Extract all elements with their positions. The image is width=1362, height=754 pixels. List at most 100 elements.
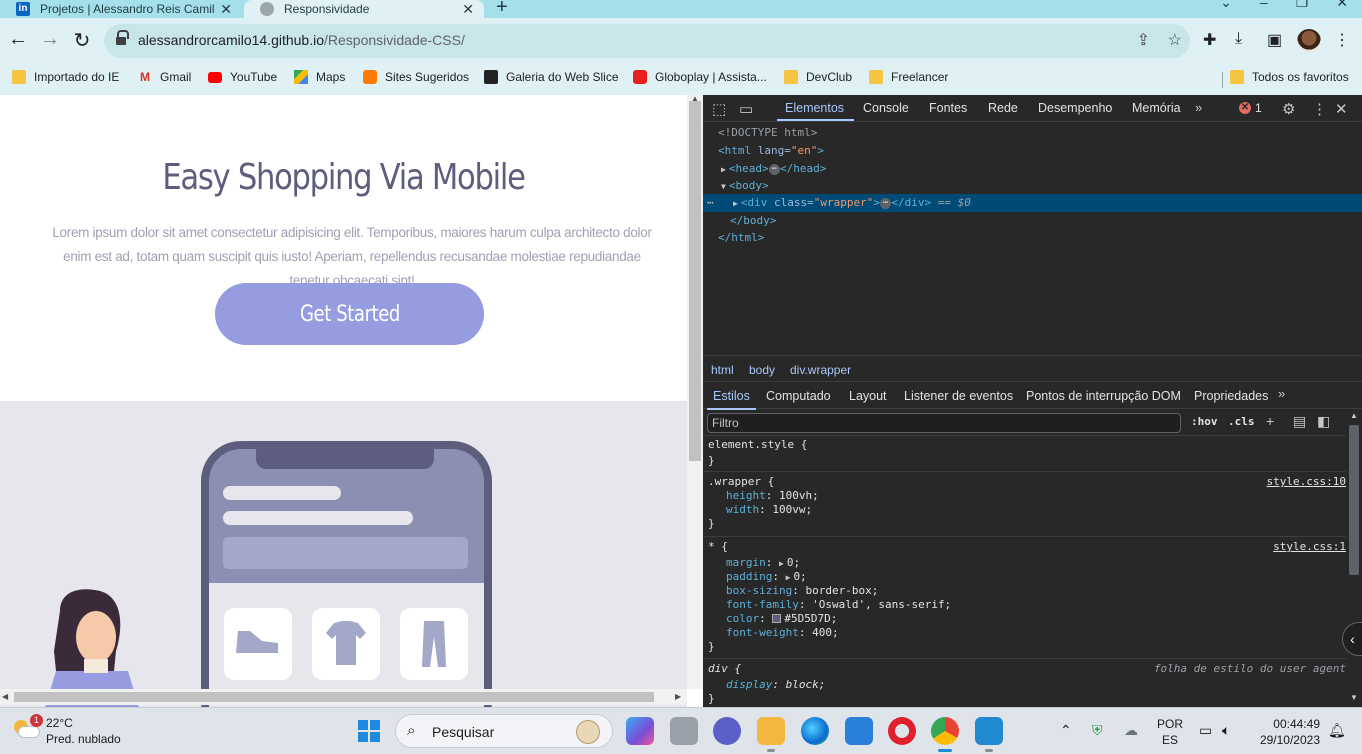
color-swatch[interactable] xyxy=(772,614,782,623)
file-explorer-icon[interactable] xyxy=(757,717,785,752)
breadcrumb-div-wrapper[interactable]: div.wrapper xyxy=(790,363,851,377)
bookmark-all[interactable]: Todos os favoritos xyxy=(1230,70,1349,84)
sidebar-toggle-icon[interactable]: ◧ xyxy=(1317,413,1330,430)
dom-body-close[interactable]: </body> xyxy=(730,212,776,230)
bookmark-devclub[interactable]: DevClub xyxy=(784,70,852,84)
minimize-button[interactable]: – xyxy=(1260,0,1268,11)
dom-div-wrapper[interactable]: ⋯ ▶ <div class="wrapper"> ⋯ </div> == $0 xyxy=(703,194,1362,212)
share-icon[interactable]: ⇪ xyxy=(1137,30,1150,50)
store-icon[interactable] xyxy=(845,717,873,745)
bookmark-gmail[interactable]: M Gmail xyxy=(138,70,191,84)
reload-button[interactable]: ↻ xyxy=(70,28,94,53)
task-view-icon[interactable] xyxy=(670,717,698,745)
collapse-triangle-icon[interactable]: ▼ xyxy=(721,182,726,191)
tab-projetos[interactable]: in Projetos | Alessandro Reis Camilo ✕ xyxy=(0,0,242,18)
expand-triangle-icon[interactable]: ▶ xyxy=(779,559,784,568)
more-tabs-icon[interactable]: » xyxy=(1278,386,1285,401)
declaration[interactable]: height: 100vh; xyxy=(726,489,819,503)
vscode-icon[interactable] xyxy=(975,717,1003,752)
rule-source-link[interactable]: style.css:10 xyxy=(1267,475,1346,489)
expand-triangle-icon[interactable]: ▶ xyxy=(786,573,791,582)
lock-icon[interactable] xyxy=(116,30,129,46)
restore-button[interactable]: ❐ xyxy=(1296,0,1309,11)
tab-estilos[interactable]: Estilos xyxy=(707,389,756,410)
scrollbar-thumb[interactable] xyxy=(1349,425,1359,575)
declaration[interactable]: margin: ▶ 0; xyxy=(726,556,800,570)
close-icon[interactable]: ✕ xyxy=(1335,100,1348,118)
rule-selector[interactable]: div { xyxy=(708,662,741,676)
bookmark-globoplay[interactable]: Globoplay | Assista... xyxy=(633,70,767,84)
star-icon[interactable]: ☆ xyxy=(1168,30,1182,50)
collapsed-content-icon[interactable]: ⋯ xyxy=(879,197,892,209)
side-panel-icon[interactable]: ▣ xyxy=(1267,30,1282,50)
declaration[interactable]: color: #5D5D7D; xyxy=(726,612,837,626)
declaration[interactable]: font-family: 'Oswald', sans-serif; xyxy=(726,598,951,612)
url-text[interactable]: alessandrorcamilo14.github.io/Responsivi… xyxy=(138,32,465,48)
volume-icon[interactable]: 🔈︎ xyxy=(1222,722,1230,739)
bookmark-importado[interactable]: Importado do IE xyxy=(12,70,119,84)
hov-button[interactable]: :hov xyxy=(1191,415,1218,428)
teams-chat-icon[interactable] xyxy=(713,717,741,745)
scrollbar-thumb[interactable] xyxy=(14,692,654,702)
download-icon[interactable]: ⤓ xyxy=(1235,30,1242,48)
more-icon[interactable]: ⋯ xyxy=(707,194,714,212)
avatar[interactable] xyxy=(1297,29,1321,53)
add-rule-icon[interactable]: + xyxy=(1266,413,1274,429)
tab-rede[interactable]: Rede xyxy=(988,101,1018,115)
filter-input[interactable] xyxy=(707,413,1181,433)
bookmark-web-slice[interactable]: Galeria do Web Slice xyxy=(484,70,619,84)
close-window-button[interactable]: ✕ xyxy=(1336,0,1348,11)
rule-selector[interactable]: * { xyxy=(708,540,728,554)
rule-selector[interactable]: .wrapper { xyxy=(708,475,774,489)
scroll-down-icon[interactable]: ▼ xyxy=(1350,693,1358,702)
more-options-icon[interactable]: ⋮ xyxy=(1312,100,1327,118)
breadcrumb-body[interactable]: body xyxy=(749,363,775,377)
declaration[interactable]: box-sizing: border-box; xyxy=(726,584,878,598)
tab-desempenho[interactable]: Desempenho xyxy=(1038,101,1112,115)
declaration[interactable]: display: block; xyxy=(726,678,825,692)
rule-source-link[interactable]: style.css:1 xyxy=(1273,540,1346,554)
scroll-right-icon[interactable]: ▶ xyxy=(675,692,681,701)
weather-temp[interactable]: 22°C xyxy=(46,716,73,730)
tab-propriedades[interactable]: Propriedades xyxy=(1194,389,1268,403)
tab-layout[interactable]: Layout xyxy=(849,389,887,403)
opera-icon[interactable] xyxy=(888,717,916,745)
bookmark-maps[interactable]: Maps xyxy=(294,70,345,84)
chrome-icon[interactable] xyxy=(931,717,959,752)
paint-icon[interactable]: ▤ xyxy=(1293,413,1306,430)
taskbar-search[interactable]: ⌕ Pesquisar xyxy=(395,714,613,748)
tab-memoria[interactable]: Memória xyxy=(1132,101,1181,115)
styles-scrollbar[interactable]: ▲ ▼ xyxy=(1346,409,1362,707)
close-icon[interactable]: ✕ xyxy=(220,1,232,18)
edge-icon[interactable] xyxy=(801,717,829,745)
tab-computado[interactable]: Computado xyxy=(766,389,831,403)
vertical-scrollbar[interactable]: ▲ xyxy=(687,95,703,689)
close-icon[interactable]: ✕ xyxy=(462,1,474,18)
collapsed-content-icon[interactable]: ⋯ xyxy=(768,163,780,175)
dom-html-close[interactable]: </html> xyxy=(718,229,764,247)
bookmark-youtube[interactable]: YouTube xyxy=(208,70,277,84)
weather-desc[interactable]: Pred. nublado xyxy=(46,732,121,746)
clock[interactable]: 00:44:49 29/10/2023 xyxy=(1258,716,1320,748)
shield-icon[interactable]: ⛨ xyxy=(1092,722,1103,739)
tab-fontes[interactable]: Fontes xyxy=(929,101,967,115)
back-button[interactable]: ← xyxy=(6,28,30,51)
scrollbar-thumb[interactable] xyxy=(689,101,701,461)
new-tab-button[interactable]: + xyxy=(496,0,508,19)
horizontal-scrollbar[interactable]: ◀ ▶ xyxy=(0,689,687,705)
copilot-icon[interactable] xyxy=(626,717,654,745)
get-started-button[interactable]: Get Started xyxy=(215,283,484,345)
cls-button[interactable]: .cls xyxy=(1228,415,1255,428)
expand-triangle-icon[interactable]: ▶ xyxy=(721,165,726,174)
menu-icon[interactable]: ⋮ xyxy=(1334,30,1350,50)
network-icon[interactable]: ▭ xyxy=(1199,722,1212,739)
declaration[interactable]: font-weight: 400; xyxy=(726,626,839,640)
address-bar[interactable]: alessandrorcamilo14.github.io/Responsivi… xyxy=(104,24,1190,58)
dom-doctype[interactable]: <!DOCTYPE html> xyxy=(718,124,817,142)
onedrive-icon[interactable]: ☁ xyxy=(1124,722,1138,739)
tab-breakpoints[interactable]: Pontos de interrupção DOM xyxy=(1026,389,1181,403)
more-tabs-icon[interactable]: » xyxy=(1195,100,1202,115)
tab-elementos[interactable]: Elementos xyxy=(776,101,855,121)
extensions-icon[interactable]: ✚ xyxy=(1203,30,1216,50)
scroll-up-icon[interactable]: ▲ xyxy=(1350,411,1358,420)
